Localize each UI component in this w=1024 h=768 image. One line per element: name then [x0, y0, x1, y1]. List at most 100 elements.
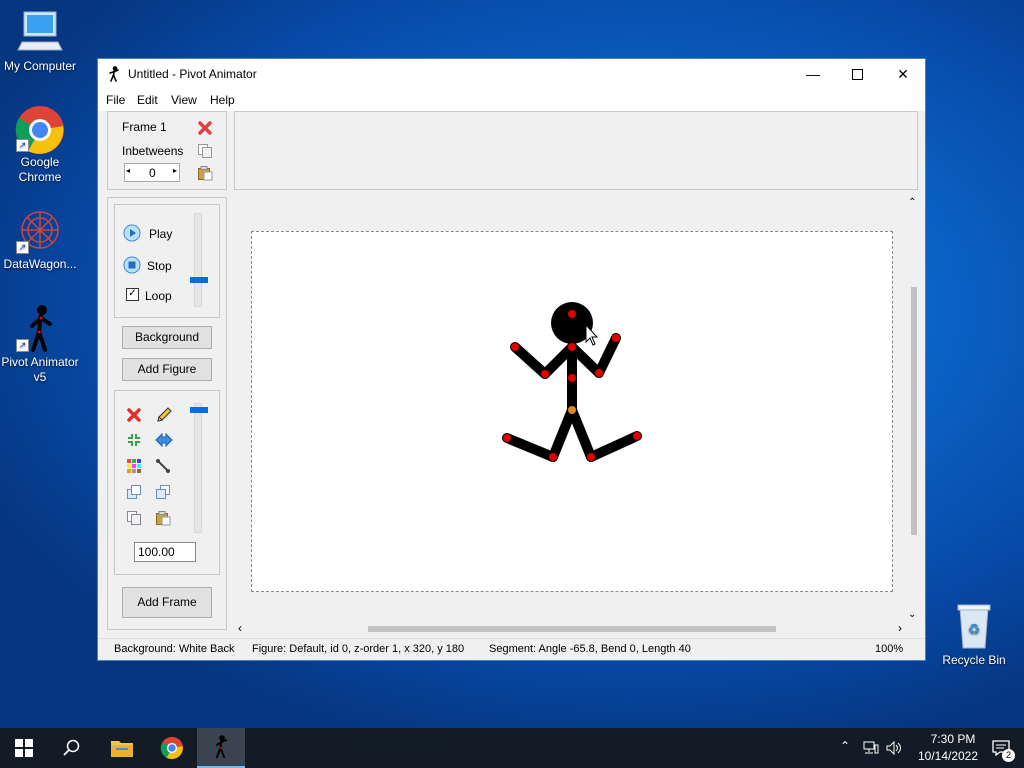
stick-figure[interactable]	[252, 232, 892, 591]
loop-label[interactable]: Loop	[145, 289, 172, 303]
loop-checkbox[interactable]: ✓	[126, 288, 139, 301]
close-button[interactable]: ✕	[880, 59, 926, 89]
status-bar: Background: White Back Figure: Default, …	[98, 638, 925, 660]
speed-slider-thumb[interactable]	[190, 277, 208, 283]
paste-frame-icon[interactable]	[197, 165, 215, 183]
figure-tools-panel: 100.00	[114, 390, 220, 575]
desktop-icon-datawagon[interactable]: ↗ DataWagon...	[0, 206, 80, 272]
stop-icon[interactable]	[123, 256, 141, 274]
menu-view[interactable]: View	[171, 93, 197, 107]
inbetweens-value: 0	[149, 166, 156, 180]
desktop-icon-label: My Computer	[3, 59, 77, 73]
menu-help[interactable]: Help	[210, 93, 235, 107]
desktop-icon-label: DataWagon...	[3, 257, 77, 271]
desktop-icon-google-chrome[interactable]: ↗ Google Chrome	[0, 104, 80, 185]
start-button[interactable]	[0, 728, 48, 768]
flip-figure-icon[interactable]	[155, 432, 173, 450]
vertical-scrollbar-thumb[interactable]	[911, 287, 917, 535]
title-bar: Untitled - Pivot Animator — ✕	[98, 59, 925, 89]
copy-frame-icon[interactable]	[197, 143, 215, 161]
network-icon[interactable]	[863, 741, 879, 755]
delete-figure-icon[interactable]	[126, 407, 144, 425]
pivot-stickman-icon: ↗	[14, 304, 66, 354]
menu-file[interactable]: File	[106, 93, 125, 107]
desktop-icon-label: Recycle Bin	[942, 653, 1006, 667]
pivot-animator-window: Untitled - Pivot Animator — ✕ File Edit …	[97, 58, 926, 661]
status-background: Background: White Back	[114, 643, 235, 655]
horizontal-scrollbar-thumb[interactable]	[368, 626, 776, 632]
scale-slider-track[interactable]	[194, 403, 202, 533]
raise-figure-icon[interactable]	[155, 484, 173, 502]
show-hidden-icons-chevron-icon[interactable]: ⌃	[840, 739, 850, 753]
delete-frame-icon[interactable]	[197, 120, 215, 138]
desktop-icon-pivot-animator[interactable]: ↗ Pivot Animator v5	[0, 304, 80, 385]
colour-figure-icon[interactable]	[126, 458, 144, 476]
increment-arrow-icon[interactable]: ▸	[173, 166, 177, 175]
taskbar: ⌃ 7:30 PM 10/14/2022 2	[0, 728, 1024, 768]
frame-label: Frame 1	[122, 120, 167, 134]
status-segment: Segment: Angle -65.8, Bend 0, Length 40	[489, 643, 691, 655]
pivot-stickman-icon	[216, 735, 227, 758]
pivot-app-icon	[108, 66, 120, 85]
status-figure: Figure: Default, id 0, z-order 1, x 320,…	[252, 643, 465, 655]
chrome-icon: ↗	[14, 104, 66, 154]
chrome-icon	[160, 736, 184, 760]
shortcut-arrow-icon: ↗	[16, 241, 29, 254]
svg-text:♻: ♻	[968, 622, 981, 638]
maximize-button[interactable]	[834, 59, 880, 89]
scroll-right-arrow-icon[interactable]: ›	[898, 621, 902, 635]
paste-figure-icon[interactable]	[155, 510, 173, 528]
clock-time[interactable]: 7:30 PM	[918, 732, 988, 746]
desktop-icon-recycle-bin[interactable]: ♻ Recycle Bin	[934, 602, 1014, 668]
search-icon	[63, 739, 80, 756]
status-zoom: 100%	[875, 643, 904, 655]
copy-figure-icon[interactable]	[126, 510, 144, 528]
recycle-bin-icon: ♻	[948, 602, 1000, 652]
volume-icon[interactable]	[886, 741, 902, 755]
windows-logo-icon	[15, 739, 33, 757]
play-icon[interactable]	[123, 224, 141, 242]
add-figure-button[interactable]: Add Figure	[122, 358, 212, 381]
stop-label[interactable]: Stop	[147, 259, 172, 273]
decrement-arrow-icon[interactable]: ◂	[126, 166, 130, 175]
window-title: Untitled - Pivot Animator	[128, 67, 257, 81]
scroll-down-arrow-icon[interactable]: ⌄	[908, 609, 916, 620]
scale-input[interactable]: 100.00	[134, 542, 196, 562]
taskbar-file-explorer[interactable]	[98, 728, 146, 768]
play-label[interactable]: Play	[149, 227, 172, 241]
folder-icon	[111, 741, 133, 757]
inbetweens-stepper[interactable]: ◂ 0 ▸	[124, 163, 180, 182]
add-frame-button[interactable]: Add Frame	[122, 587, 212, 618]
frame-timeline[interactable]	[234, 111, 918, 190]
shortcut-arrow-icon: ↗	[16, 139, 29, 152]
search-button[interactable]	[48, 728, 96, 768]
center-figure-icon[interactable]	[126, 432, 144, 450]
minimize-button[interactable]: —	[790, 59, 836, 89]
animation-stage[interactable]	[251, 231, 893, 592]
system-tray: ⌃ 7:30 PM 10/14/2022 2	[836, 728, 1024, 768]
computer-icon	[14, 8, 66, 58]
frame-panel: Frame 1 Inbetweens ◂ 0 ▸	[107, 111, 227, 190]
desktop-icon-label: Pivot Animator v5	[1, 355, 79, 384]
taskbar-chrome[interactable]	[148, 728, 196, 768]
desktop-icon-my-computer[interactable]: My Computer	[0, 8, 80, 74]
datawagon-icon: ↗	[14, 206, 66, 256]
notification-badge: 2	[1002, 749, 1015, 762]
scale-slider-thumb[interactable]	[190, 407, 208, 413]
edit-figure-pencil-icon[interactable]	[155, 406, 173, 424]
desktop-icon-label: Google Chrome	[18, 155, 62, 184]
scroll-up-arrow-icon[interactable]: ⌃	[908, 197, 916, 208]
speed-slider-track[interactable]	[194, 213, 202, 307]
action-center-button[interactable]: 2	[982, 728, 1022, 768]
lower-figure-icon[interactable]	[126, 484, 144, 502]
playback-panel: Play Stop ✓ Loop	[114, 204, 220, 318]
scroll-left-arrow-icon[interactable]: ‹	[238, 621, 242, 635]
clock-date[interactable]: 10/14/2022	[908, 749, 988, 763]
join-figure-icon[interactable]	[155, 458, 173, 476]
background-button[interactable]: Background	[122, 326, 212, 349]
shortcut-arrow-icon: ↗	[16, 339, 29, 352]
taskbar-pivot-animator[interactable]	[197, 728, 245, 768]
menu-bar: File Edit View Help	[98, 89, 925, 111]
inbetweens-label: Inbetweens	[122, 144, 184, 158]
menu-edit[interactable]: Edit	[137, 93, 158, 107]
